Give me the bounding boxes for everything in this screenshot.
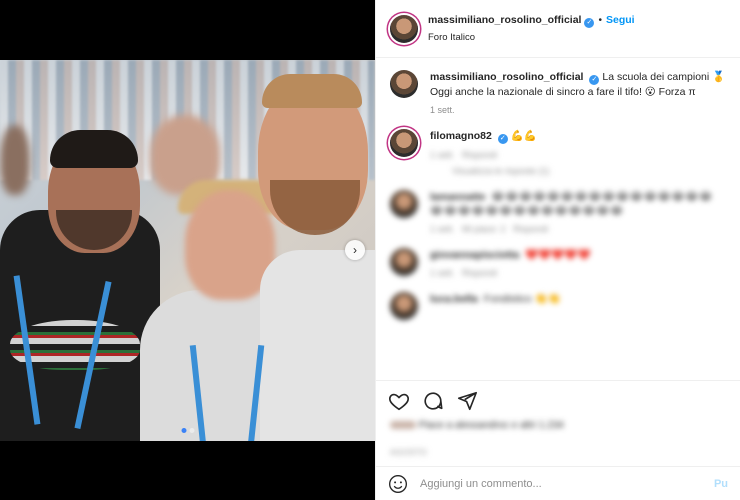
comments-list[interactable]: massimiliano_rosolino_official ✓ La scuol… bbox=[376, 58, 740, 376]
separator-bullet: • bbox=[598, 15, 602, 26]
comment-text: filomagno82 ✓ 💪💪 bbox=[430, 129, 726, 144]
verified-badge-icon: ✓ bbox=[584, 18, 595, 28]
carousel-dot-active bbox=[181, 428, 186, 433]
caption-row: massimiliano_rosolino_official ✓ La scuol… bbox=[390, 70, 726, 115]
reply-link[interactable]: Rispondi bbox=[513, 224, 548, 234]
comment-body: giovannapisciotta ❤️❤️❤️❤️❤️ 1 sett. Ris… bbox=[430, 248, 726, 278]
photo-person-right-beard bbox=[270, 180, 360, 235]
commenter-avatar[interactable] bbox=[390, 248, 418, 276]
comment-row: lamannatte 😂😂😂😂😂😂😂😂😂😂😂😂😂😂😂😂😂😂😂😂😂😂😂😂😂😂😂😂😂… bbox=[390, 190, 726, 234]
comment-row: filomagno82 ✓ 💪💪 1 sett. Rispondi Visuali… bbox=[390, 129, 726, 176]
carousel-dot bbox=[189, 428, 194, 433]
likes-text: Piace a alessandroc e altri 1.234 bbox=[418, 420, 564, 431]
comment-row: giovannapisciotta ❤️❤️❤️❤️❤️ 1 sett. Ris… bbox=[390, 248, 726, 278]
commenter-avatar[interactable] bbox=[390, 292, 418, 320]
commenter-username[interactable]: luca.bella bbox=[430, 293, 478, 305]
share-icon[interactable] bbox=[456, 390, 478, 412]
comment-content: 💪💪 bbox=[510, 130, 537, 142]
post-header-text: massimiliano_rosolino_official ✓ • Segui Fo… bbox=[428, 14, 635, 43]
caption-username[interactable]: massimiliano_rosolino_official bbox=[430, 71, 583, 83]
post-photo[interactable]: › bbox=[0, 60, 375, 441]
publish-button[interactable]: Pu bbox=[714, 478, 728, 490]
comment-body: filomagno82 ✓ 💪💪 1 sett. Rispondi Visuali… bbox=[430, 129, 726, 176]
comment-content: ❤️❤️❤️❤️❤️ bbox=[525, 249, 591, 261]
post-side-panel: massimiliano_rosolino_official ✓ • Segui Fo… bbox=[375, 0, 740, 500]
comment-time: 1 sett. bbox=[430, 224, 455, 234]
verified-badge-icon: ✓ bbox=[497, 134, 508, 144]
photo-person-right-hair bbox=[262, 74, 362, 108]
comment-likes[interactable]: Mi piace: 2 bbox=[462, 224, 506, 234]
commenter-username[interactable]: giovannapisciotta bbox=[430, 249, 519, 261]
photo-person-blurred bbox=[0, 125, 30, 195]
comment-time: 1 sett. bbox=[430, 268, 455, 278]
photo-person-right-body bbox=[260, 250, 375, 441]
reply-link[interactable]: Rispondi bbox=[462, 268, 497, 278]
verified-badge-icon: ✓ bbox=[589, 75, 600, 85]
comment-content: Fondistico 👏👏 bbox=[483, 293, 561, 305]
comment-input[interactable] bbox=[420, 477, 714, 490]
likes-summary[interactable]: Piace a alessandroc e altri 1.234 bbox=[390, 420, 564, 431]
comment-text: luca.bella Fondistico 👏👏 bbox=[430, 292, 726, 306]
carousel-next-button[interactable]: › bbox=[345, 240, 365, 260]
commenter-username[interactable]: lamannatte bbox=[430, 191, 485, 203]
caption-body: massimiliano_rosolino_official ✓ La scuol… bbox=[430, 70, 726, 115]
commenter-avatar[interactable] bbox=[390, 129, 418, 157]
author-avatar[interactable] bbox=[390, 14, 418, 43]
comment-meta: 1 sett. Rispondi bbox=[430, 150, 726, 160]
comment-body: luca.bella Fondistico 👏👏 bbox=[430, 292, 726, 306]
comment-meta: 1 sett. Mi piace: 2 Rispondi bbox=[430, 224, 726, 234]
comment-icon[interactable] bbox=[422, 390, 444, 412]
comment-meta: 1 sett. Rispondi bbox=[430, 268, 726, 278]
author-username[interactable]: massimiliano_rosolino_official bbox=[428, 14, 581, 26]
post-actions-bar bbox=[376, 380, 740, 420]
comment-body: lamannatte 😂😂😂😂😂😂😂😂😂😂😂😂😂😂😂😂😂😂😂😂😂😂😂😂😂😂😂😂😂… bbox=[430, 190, 726, 234]
comment-text: lamannatte 😂😂😂😂😂😂😂😂😂😂😂😂😂😂😂😂😂😂😂😂😂😂😂😂😂😂😂😂😂… bbox=[430, 190, 726, 218]
follow-button[interactable]: Segui bbox=[606, 14, 635, 26]
reply-link[interactable]: Rispondi bbox=[462, 150, 497, 160]
emoji-icon[interactable] bbox=[388, 474, 408, 494]
post-header: massimiliano_rosolino_official ✓ • Segui Fo… bbox=[376, 0, 740, 58]
carousel-dots bbox=[181, 428, 194, 433]
caption-text: massimiliano_rosolino_official ✓ La scuol… bbox=[430, 70, 726, 99]
liker-avatars bbox=[390, 421, 416, 430]
caption-line-2: Oggi anche la nazionale di sincro a fare… bbox=[430, 86, 696, 98]
caption-line-1: La scuola dei campioni 🥇 bbox=[602, 71, 726, 83]
comment-row: luca.bella Fondistico 👏👏 bbox=[390, 292, 726, 320]
comment-text: giovannapisciotta ❤️❤️❤️❤️❤️ bbox=[430, 248, 726, 262]
post-media-area: › bbox=[0, 0, 375, 500]
view-replies-link[interactable]: Visualizza le risposte (1) bbox=[452, 166, 726, 176]
commenter-avatar[interactable] bbox=[390, 190, 418, 218]
post-location[interactable]: Foro Italico bbox=[428, 32, 635, 43]
add-comment-bar: Pu bbox=[376, 466, 740, 500]
post-modal: › massimiliano_rosolino_official ✓ • Segui … bbox=[0, 0, 740, 500]
commenter-username[interactable]: filomagno82 bbox=[430, 130, 492, 142]
author-avatar[interactable] bbox=[390, 70, 418, 98]
heart-icon[interactable] bbox=[388, 390, 410, 412]
caption-time: 1 sett. bbox=[430, 105, 455, 115]
post-date: AGOSTO bbox=[390, 448, 428, 457]
comment-time: 1 sett. bbox=[430, 150, 455, 160]
photo-person-left-hair bbox=[50, 130, 138, 168]
